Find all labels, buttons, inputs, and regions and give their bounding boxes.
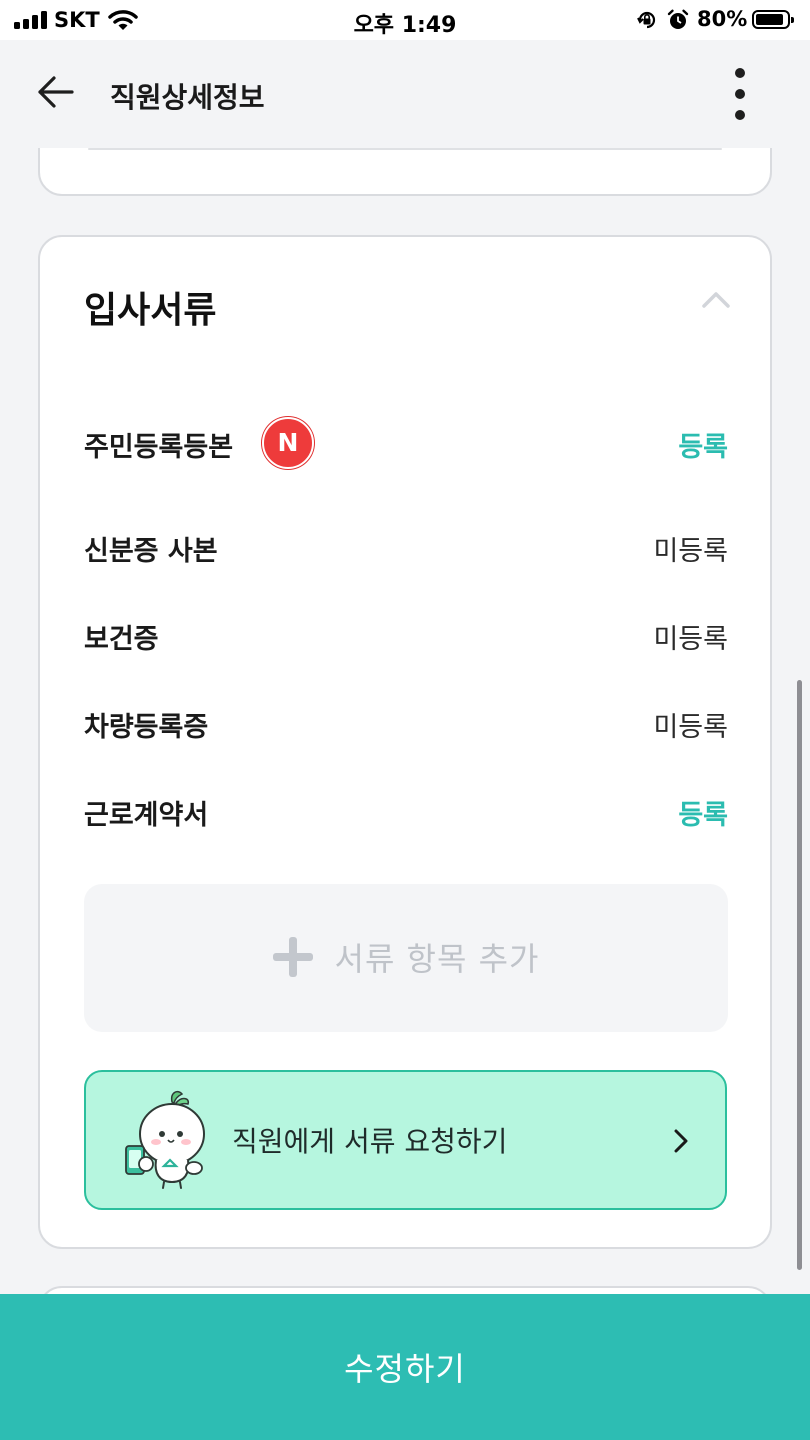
scroll-indicator[interactable] bbox=[797, 680, 802, 1270]
mascot-character-icon bbox=[125, 1090, 205, 1189]
document-row-employment-contract[interactable]: 근로계약서 등록 bbox=[84, 785, 728, 835]
add-document-button[interactable]: 서류 항목 추가 bbox=[84, 884, 728, 1032]
document-status[interactable]: 미등록 bbox=[653, 529, 728, 568]
chevron-up-icon[interactable] bbox=[700, 287, 732, 311]
section-title: 입사서류 bbox=[84, 290, 217, 331]
onboarding-documents-card: 입사서류 주민등록등본 N 등록 신분증 사본 미등록 보건증 미등록 차량등록… bbox=[38, 235, 772, 1249]
status-bar: SKT 오후 1:49 80% bbox=[0, 0, 810, 40]
battery-percentage: 80% bbox=[697, 7, 748, 31]
document-status[interactable]: 등록 bbox=[678, 425, 728, 464]
document-name: 신분증 사본 bbox=[84, 536, 218, 567]
document-row-resident-registration[interactable]: 주민등록등본 N 등록 bbox=[84, 417, 728, 469]
page-title: 직원상세정보 bbox=[110, 81, 265, 114]
edit-button[interactable]: 수정하기 bbox=[0, 1294, 810, 1440]
alarm-clock-icon bbox=[666, 8, 690, 36]
request-documents-label: 직원에게 서류 요청하기 bbox=[232, 1125, 508, 1158]
app-header: 직원상세정보 bbox=[0, 40, 810, 148]
divider bbox=[88, 148, 722, 150]
arrow-left-icon bbox=[38, 76, 74, 108]
back-button[interactable] bbox=[30, 68, 82, 116]
battery-icon bbox=[752, 10, 794, 29]
document-name: 근로계약서 bbox=[84, 800, 209, 831]
document-row-id-copy[interactable]: 신분증 사본 미등록 bbox=[84, 521, 728, 571]
new-badge: N bbox=[262, 417, 314, 469]
document-name: 보건증 bbox=[84, 624, 159, 655]
document-name: 차량등록증 bbox=[84, 712, 209, 743]
document-name: 주민등록등본 bbox=[84, 432, 234, 463]
plus-icon bbox=[272, 937, 313, 977]
request-documents-banner[interactable]: 직원에게 서류 요청하기 bbox=[84, 1070, 727, 1210]
document-row-vehicle-registration[interactable]: 차량등록증 미등록 bbox=[84, 697, 728, 747]
document-row-health-certificate[interactable]: 보건증 미등록 bbox=[84, 609, 728, 659]
document-status[interactable]: 미등록 bbox=[653, 705, 728, 744]
more-options-button[interactable] bbox=[722, 64, 758, 124]
edit-button-label: 수정하기 bbox=[344, 1351, 466, 1387]
document-status[interactable]: 등록 bbox=[678, 793, 728, 832]
document-status[interactable]: 미등록 bbox=[653, 617, 728, 656]
rotation-lock-icon bbox=[636, 9, 658, 35]
add-document-label: 서류 항목 추가 bbox=[334, 940, 540, 978]
chevron-right-icon bbox=[674, 1129, 688, 1153]
